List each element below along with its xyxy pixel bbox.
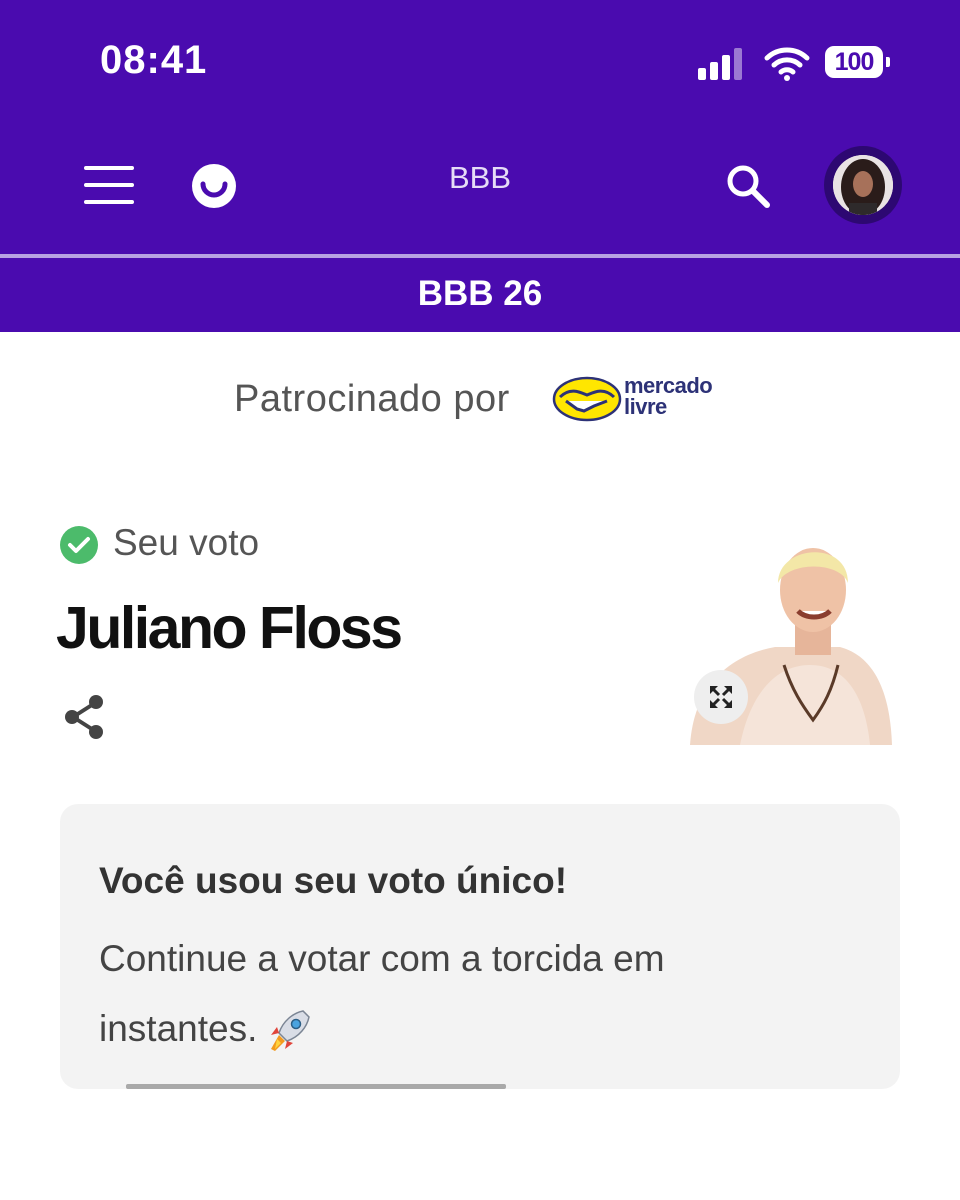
sponsor-label: Patrocinado por xyxy=(234,378,510,420)
expand-icon xyxy=(709,685,733,709)
info-card-title: Você usou seu voto único! xyxy=(99,860,568,901)
menu-icon[interactable] xyxy=(84,166,134,204)
expand-photo-button[interactable] xyxy=(694,670,748,724)
sponsor-brand-line1: mercado xyxy=(624,373,713,398)
status-icons: 100 xyxy=(698,44,898,84)
progress-bar xyxy=(126,1084,506,1089)
info-card-text: Continue a votar com a torcida em instan… xyxy=(99,938,665,1049)
candidate-name: Juliano Floss xyxy=(56,595,403,661)
sponsor-brand-line2: livre xyxy=(624,394,667,419)
info-card-body: Continue a votar com a torcida em instan… xyxy=(99,924,819,1064)
status-time: 08:41 xyxy=(100,38,208,82)
avatar[interactable] xyxy=(824,146,902,224)
search-icon[interactable] xyxy=(724,162,772,210)
share-icon[interactable] xyxy=(62,694,106,740)
sponsor-brand: mercado livre xyxy=(624,373,713,419)
sponsor-banner: Patrocinado por mercado livre xyxy=(0,332,960,472)
handshake-icon[interactable] xyxy=(552,376,622,422)
page-title: BBB xyxy=(448,160,512,195)
rocket-icon xyxy=(271,1010,311,1052)
app-header: 08:41 100 BBB xyxy=(0,0,960,254)
vote-info-card: Você usou seu voto único! Continue a vot… xyxy=(60,804,900,1089)
cellular-signal-icon xyxy=(698,48,744,80)
avatar-image xyxy=(833,155,893,215)
check-circle-icon xyxy=(60,526,98,564)
battery-icon: 100 xyxy=(825,46,890,78)
section-title: BBB 26 xyxy=(0,258,960,332)
logo-icon[interactable] xyxy=(192,164,236,208)
vote-status-label: Seu voto xyxy=(113,522,260,563)
wifi-icon xyxy=(764,47,810,81)
